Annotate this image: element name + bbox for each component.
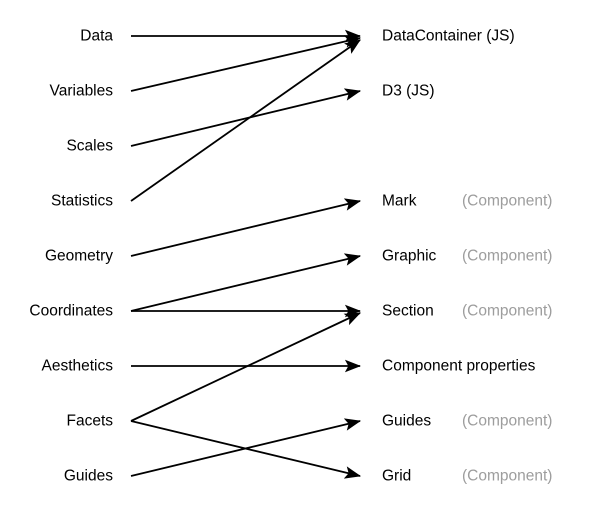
right-label-graphic: Graphic [382, 247, 437, 265]
right-label-guides_out: Guides [382, 412, 432, 430]
left-label-aesthetics: Aesthetics [41, 357, 113, 375]
arrow-geometry-to-mark [130, 198, 362, 257]
left-label-statistics: Statistics [50, 192, 113, 210]
left-label-geometry: Geometry [44, 247, 113, 265]
right-note-grid: (Component) [462, 467, 553, 485]
left-label-variables: Variables [49, 82, 113, 100]
right-label-d3: D3 (JS) [382, 82, 435, 100]
arrow-facets-to-section [130, 312, 361, 422]
arrow-group [130, 29, 362, 479]
right-note-guides_out: (Component) [462, 412, 553, 430]
right-note-graphic: (Component) [462, 247, 553, 265]
left-label-data: Data [80, 27, 113, 45]
right-label-datacontainer: DataContainer (JS) [382, 27, 515, 45]
arrow-scales-to-d3 [130, 88, 362, 147]
arrow-coordinates-to-graphic [130, 253, 362, 312]
left-label-scales: Scales [66, 137, 113, 155]
left-label-coordinates: Coordinates [29, 302, 113, 320]
left-label-facets: Facets [66, 412, 113, 430]
right-label-section: Section [382, 302, 434, 320]
left-label-guides: Guides [63, 467, 113, 485]
mapping-diagram: Data Variables Scales Statistics Geometry Coo… [0, 0, 600, 511]
right-label-component_properties: Component properties [382, 357, 536, 375]
right-label-grid: Grid [382, 467, 412, 485]
right-note-section: (Component) [462, 302, 553, 320]
right-label-mark: Mark [382, 192, 417, 210]
right-note-mark: (Component) [462, 192, 553, 210]
